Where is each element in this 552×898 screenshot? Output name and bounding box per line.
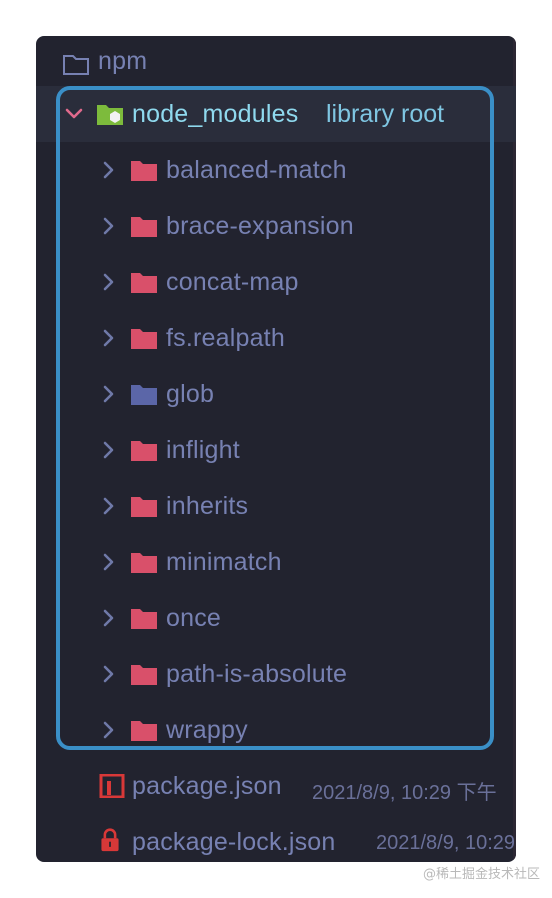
- tree-item-fs-realpath[interactable]: fs.realpath: [36, 310, 516, 366]
- chevron-right-icon[interactable]: [96, 326, 120, 350]
- tree-item-npm[interactable]: npm: [36, 36, 516, 92]
- folder-icon: [131, 665, 157, 685]
- folder-icon: [131, 441, 157, 461]
- tree-item-wrappy[interactable]: wrappy: [36, 702, 516, 758]
- tree-item-label: npm: [98, 47, 148, 75]
- library-root-suffix: library root: [326, 100, 445, 128]
- tree-item-package-lock-json[interactable]: package-lock.json 2021/8/9, 10:29: [36, 814, 516, 862]
- tree-item-path-is-absolute[interactable]: path-is-absolute: [36, 646, 516, 702]
- tree-item-balanced-match[interactable]: balanced-match: [36, 142, 516, 198]
- lock-file-icon: [101, 828, 119, 852]
- folder-icon: [131, 721, 157, 741]
- library-folder-icon: [97, 105, 123, 125]
- chevron-right-icon[interactable]: [96, 606, 120, 630]
- chevron-right-icon[interactable]: [96, 550, 120, 574]
- tree-item-label: node_modules: [132, 100, 299, 128]
- file-modified-date: 2021/8/9, 10:29 下午: [312, 782, 497, 804]
- folder-icon: [131, 217, 157, 237]
- tree-item-label: path-is-absolute: [166, 660, 348, 688]
- chevron-right-icon[interactable]: [96, 214, 120, 238]
- file-modified-date: 2021/8/9, 10:29: [376, 832, 516, 854]
- npm-file-icon: [99, 774, 125, 798]
- tree-item-label: concat-map: [166, 268, 299, 296]
- tree-item-label: glob: [166, 380, 215, 408]
- tree-item-package-json[interactable]: package.json 2021/8/9, 10:29 下午: [36, 758, 516, 814]
- folder-icon: [131, 497, 157, 517]
- folder-icon: [131, 273, 157, 293]
- folder-icon: [131, 161, 157, 181]
- tree-item-label: brace-expansion: [166, 212, 354, 240]
- tree-item-inherits[interactable]: inherits: [36, 478, 516, 534]
- chevron-right-icon[interactable]: [96, 494, 120, 518]
- tree-item-concat-map[interactable]: concat-map: [36, 254, 516, 310]
- chevron-right-icon[interactable]: [96, 382, 120, 406]
- tree-item-glob[interactable]: glob: [36, 366, 516, 422]
- tree-item-label: wrappy: [166, 716, 248, 744]
- tree-item-label: inherits: [166, 492, 249, 520]
- tree-item-label: fs.realpath: [166, 324, 285, 352]
- tree-item-minimatch[interactable]: minimatch: [36, 534, 516, 590]
- chevron-down-icon[interactable]: [62, 102, 86, 126]
- chevron-right-icon[interactable]: [96, 158, 120, 182]
- tree-item-label: package-lock.json: [132, 828, 336, 856]
- watermark-text: @稀土掘金技术社区: [422, 867, 540, 882]
- chevron-right-icon[interactable]: [96, 662, 120, 686]
- tree-item-label: inflight: [166, 436, 240, 464]
- folder-icon: [131, 385, 157, 405]
- chevron-right-icon[interactable]: [96, 718, 120, 742]
- chevron-right-icon[interactable]: [96, 438, 120, 462]
- tree-item-label: balanced-match: [166, 156, 347, 184]
- folder-outline-icon: [63, 55, 89, 75]
- folder-icon: [131, 553, 157, 573]
- chevron-right-icon[interactable]: [96, 270, 120, 294]
- tree-item-label: minimatch: [166, 548, 282, 576]
- project-tree-panel: npm node_modules library root balanced-m…: [36, 36, 516, 862]
- tree-item-label: once: [166, 604, 222, 632]
- folder-icon: [131, 609, 157, 629]
- tree-item-brace-expansion[interactable]: brace-expansion: [36, 198, 516, 254]
- tree-item-node-modules[interactable]: node_modules library root: [36, 86, 516, 142]
- tree-item-inflight[interactable]: inflight: [36, 422, 516, 478]
- tree-item-once[interactable]: once: [36, 590, 516, 646]
- folder-icon: [131, 329, 157, 349]
- tree-item-label: package.json: [132, 772, 282, 800]
